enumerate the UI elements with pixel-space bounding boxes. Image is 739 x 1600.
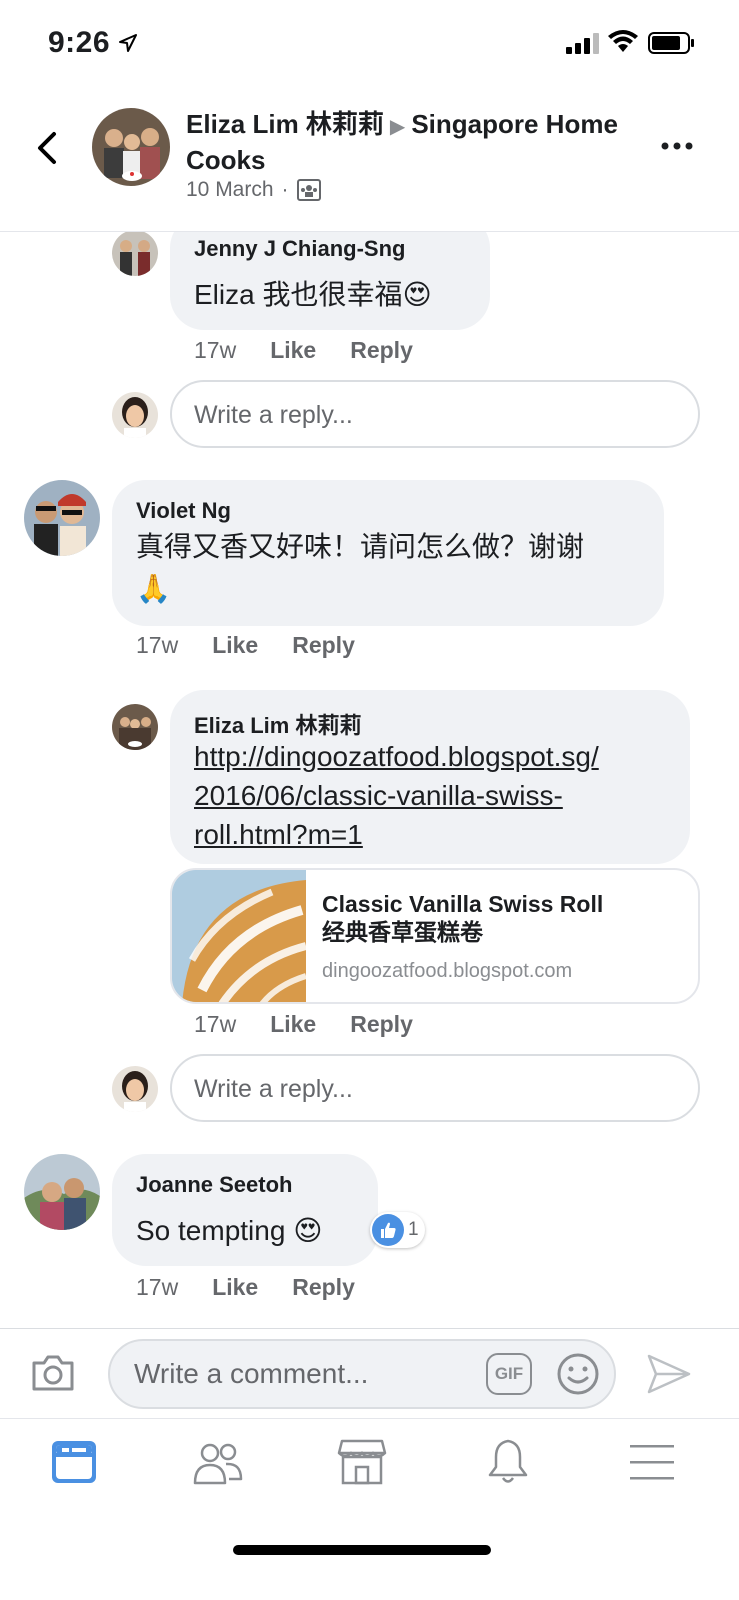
- comment-text: Eliza 我也很幸福😍: [194, 279, 432, 310]
- reply-placeholder: Write a reply...: [194, 1075, 353, 1103]
- comment-text: So tempting 😍: [136, 1215, 323, 1246]
- author-avatar[interactable]: [92, 108, 170, 186]
- link-preview-title-zh: 经典香草蛋糕卷: [322, 919, 483, 945]
- commenter-avatar[interactable]: [112, 704, 158, 750]
- author-name[interactable]: Eliza Lim 林莉莉: [186, 109, 384, 139]
- my-avatar: [112, 392, 158, 438]
- more-options-icon[interactable]: [660, 134, 694, 158]
- reaction-badge[interactable]: 1: [370, 1212, 425, 1248]
- comment-text-emoji: 🙏: [136, 573, 171, 604]
- comment-time: 17w: [136, 1274, 179, 1300]
- menu-icon[interactable]: [626, 1437, 678, 1487]
- notifications-bell-icon[interactable]: [482, 1437, 534, 1487]
- meta-separator: ·: [281, 178, 289, 201]
- reply-input[interactable]: Write a reply...: [170, 380, 700, 448]
- news-feed-icon[interactable]: [48, 1437, 100, 1487]
- play-arrow-icon: ▶: [389, 116, 406, 138]
- reaction-count: 1: [408, 1219, 419, 1240]
- marketplace-icon[interactable]: [336, 1437, 388, 1487]
- commenter-name[interactable]: Violet Ng: [136, 498, 231, 524]
- battery-icon: [648, 32, 694, 54]
- bottom-tab-bar: [0, 1418, 739, 1600]
- post-meta: 10 March ·: [186, 178, 321, 202]
- friends-icon[interactable]: [192, 1437, 244, 1487]
- like-button[interactable]: Like: [270, 337, 316, 364]
- comment-time: 17w: [136, 632, 179, 658]
- wifi-icon: [608, 30, 638, 52]
- gif-button[interactable]: GIF: [486, 1353, 532, 1395]
- like-button[interactable]: Like: [212, 1274, 258, 1301]
- link-preview-title[interactable]: Classic Vanilla Swiss Roll 经典香草蛋糕卷: [322, 890, 603, 946]
- comment-actions: 17w Like Reply: [194, 1011, 413, 1038]
- comment-actions: 17w Like Reply: [136, 1274, 355, 1301]
- clock: 9:26: [48, 26, 111, 59]
- comment-actions: 17w Like Reply: [194, 337, 413, 364]
- home-indicator[interactable]: [233, 1545, 491, 1555]
- commenter-avatar[interactable]: [24, 1154, 100, 1230]
- reply-button[interactable]: Reply: [292, 632, 355, 659]
- comment-input[interactable]: Write a comment... GIF: [108, 1339, 616, 1409]
- like-reaction-icon: [372, 1214, 404, 1246]
- post-date[interactable]: 10 March: [186, 178, 274, 202]
- commenter-avatar[interactable]: [112, 230, 158, 276]
- reply-button[interactable]: Reply: [292, 1274, 355, 1301]
- commenter-name[interactable]: Jenny J Chiang-Sng: [194, 236, 405, 262]
- comment-placeholder: Write a comment...: [134, 1358, 369, 1389]
- send-icon[interactable]: [646, 1353, 692, 1395]
- back-arrow-icon[interactable]: [28, 128, 68, 168]
- comment-link[interactable]: http://dingoozatfood.blogspot.sg/: [194, 738, 599, 776]
- link-preview-title-en: Classic Vanilla Swiss Roll: [322, 891, 604, 917]
- emoji-icon[interactable]: [556, 1352, 600, 1396]
- signal-icon: [566, 33, 599, 54]
- reply-placeholder: Write a reply...: [194, 401, 353, 429]
- commenter-name[interactable]: Joanne Seetoh: [136, 1172, 292, 1198]
- reply-input[interactable]: Write a reply...: [170, 1054, 700, 1122]
- comment-time: 17w: [194, 1011, 237, 1037]
- comment-link[interactable]: roll.html?m=1: [194, 816, 363, 854]
- group-audience-icon: [296, 179, 321, 201]
- like-button[interactable]: Like: [270, 1011, 316, 1038]
- comment-time: 17w: [194, 337, 237, 363]
- commenter-name[interactable]: Eliza Lim 林莉莉: [194, 708, 361, 740]
- link-preview-domain: dingoozatfood.blogspot.com: [322, 960, 573, 982]
- location-arrow-icon: [119, 34, 137, 52]
- my-avatar: [112, 1066, 158, 1112]
- comment-actions: 17w Like Reply: [136, 632, 355, 659]
- like-button[interactable]: Like: [212, 632, 258, 659]
- camera-icon[interactable]: [30, 1353, 76, 1393]
- status-bar: 9:26: [0, 0, 739, 92]
- comment-text: 真得又香又好味！请问怎么做？谢谢: [136, 531, 585, 562]
- comment-link[interactable]: 2016/06/classic-vanilla-swiss-: [194, 777, 563, 815]
- link-preview-image: [172, 870, 306, 1002]
- comment-composer: Write a comment... GIF: [0, 1328, 739, 1418]
- link-preview-card[interactable]: Classic Vanilla Swiss Roll 经典香草蛋糕卷 dingo…: [170, 868, 700, 1004]
- commenter-avatar[interactable]: [24, 480, 100, 556]
- post-header: Eliza Lim 林莉莉 ▶ Singapore Home Cooks 10 Ma…: [0, 92, 739, 232]
- reply-button[interactable]: Reply: [350, 1011, 413, 1038]
- post-title[interactable]: Eliza Lim 林莉莉 ▶ Singapore Home Cooks: [186, 108, 626, 177]
- reply-button[interactable]: Reply: [350, 337, 413, 364]
